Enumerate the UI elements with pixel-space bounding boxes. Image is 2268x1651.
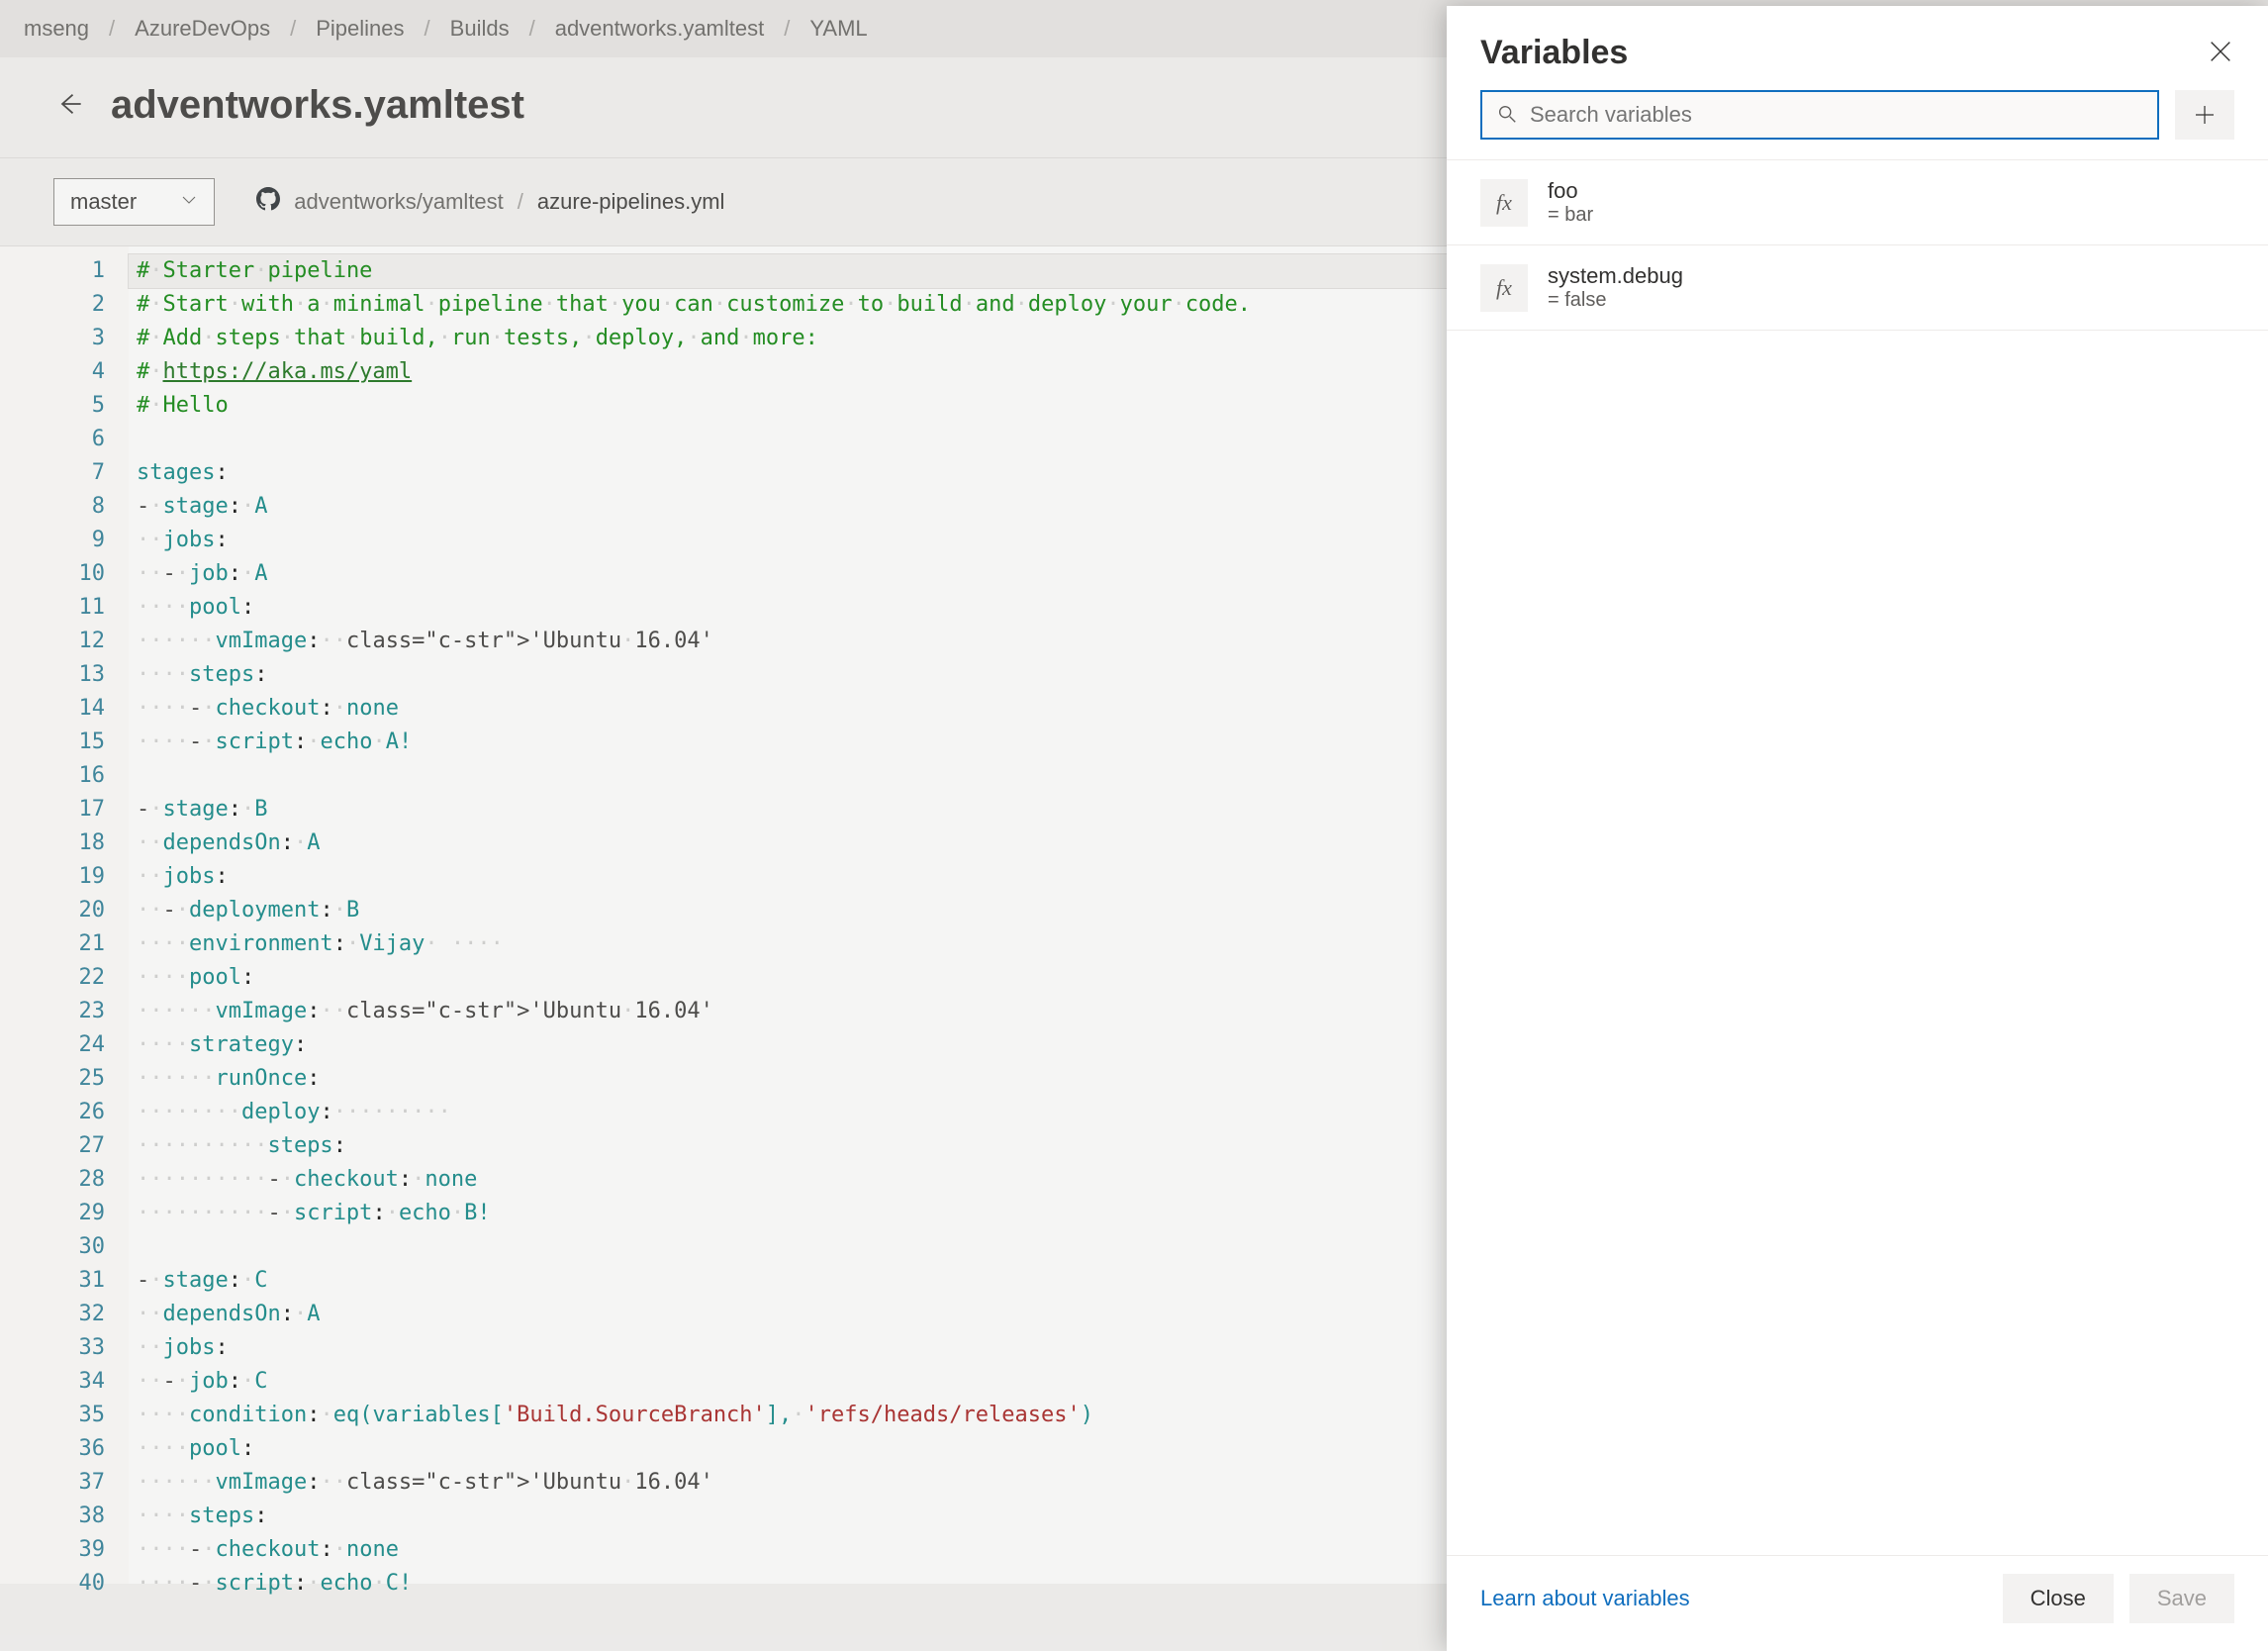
variable-name: system.debug	[1548, 263, 1683, 289]
variable-row[interactable]: fx system.debug= false	[1447, 245, 2268, 331]
variable-row[interactable]: fxfoo= bar	[1447, 159, 2268, 245]
github-icon	[256, 187, 280, 217]
chevron-down-icon	[180, 189, 198, 215]
search-input[interactable]	[1530, 102, 2143, 128]
path-separator: /	[518, 189, 523, 215]
back-icon[interactable]	[55, 90, 83, 121]
add-variable-button[interactable]	[2175, 90, 2234, 140]
file-name: azure-pipelines.yml	[537, 189, 725, 215]
panel-title: Variables	[1480, 34, 1628, 72]
line-gutter: 1234567891011121314151617181920212223242…	[0, 246, 129, 1584]
breadcrumb-item[interactable]: Pipelines	[316, 16, 404, 42]
variable-value: = false	[1548, 289, 1683, 312]
breadcrumb-separator: /	[425, 16, 430, 42]
save-button[interactable]: Save	[2129, 1574, 2234, 1623]
breadcrumb-separator: /	[109, 16, 115, 42]
breadcrumb-separator: /	[529, 16, 535, 42]
search-icon	[1496, 103, 1518, 128]
close-icon[interactable]	[2207, 38, 2234, 68]
fx-icon: fx	[1480, 264, 1528, 312]
variables-panel: Variables fxfoo= barfxsystem.debug= fals…	[1447, 6, 2268, 1651]
branch-dropdown[interactable]: master	[53, 178, 215, 226]
breadcrumb-separator: /	[290, 16, 296, 42]
branch-name: master	[70, 189, 137, 215]
learn-link[interactable]: Learn about variables	[1480, 1586, 1690, 1611]
fx-icon: fx	[1480, 179, 1528, 227]
breadcrumb-item[interactable]: YAML	[809, 16, 867, 42]
repo-link[interactable]: adventworks/yamltest	[294, 189, 504, 215]
variable-name: foo	[1548, 178, 1593, 204]
variable-value: = bar	[1548, 204, 1593, 227]
search-input-wrap[interactable]	[1480, 90, 2159, 140]
breadcrumb-item[interactable]: adventworks.yamltest	[555, 16, 765, 42]
close-button[interactable]: Close	[2003, 1574, 2114, 1623]
page-title: adventworks.yamltest	[111, 83, 524, 128]
breadcrumb-item[interactable]: AzureDevOps	[135, 16, 270, 42]
breadcrumb-item[interactable]: Builds	[450, 16, 510, 42]
breadcrumb-item[interactable]: mseng	[24, 16, 89, 42]
variables-list: fxfoo= barfxsystem.debug= false	[1447, 159, 2268, 1555]
repo-path: adventworks/yamltest / azure-pipelines.y…	[256, 187, 724, 217]
breadcrumb-separator: /	[784, 16, 790, 42]
